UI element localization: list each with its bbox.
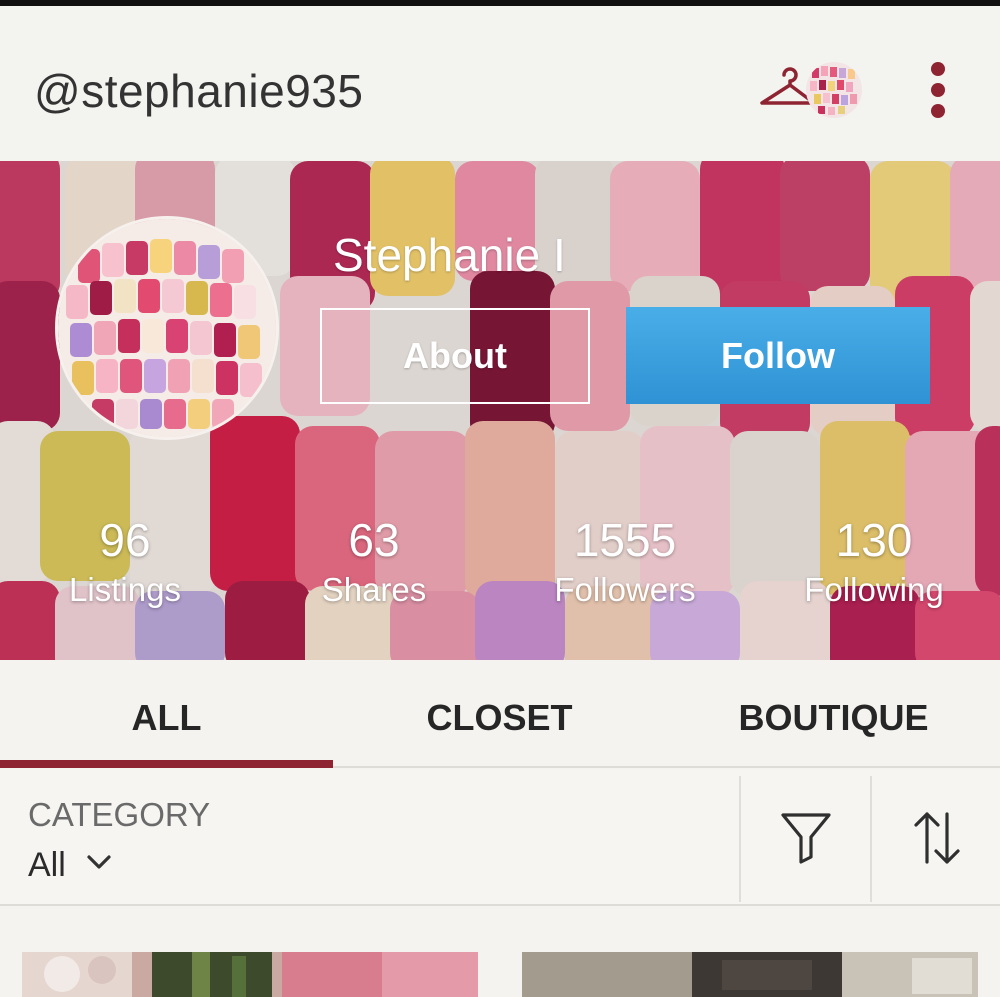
listing-thumbnail[interactable] [522,952,978,997]
listing-grid [0,908,1000,997]
tab-boutique[interactable]: BOUTIQUE [667,660,1000,768]
tab-closet[interactable]: CLOSET [333,660,666,768]
stat-value: 96 [99,514,151,566]
stat-following[interactable]: 130 Following [754,512,994,612]
stat-listings[interactable]: 96 Listings [5,512,245,612]
profile-name: Stephanie I [333,229,566,281]
tab-indicator [0,760,333,768]
listing-thumbnail[interactable] [22,952,478,997]
category-label: CATEGORY [28,796,211,833]
profile-avatar[interactable] [55,216,279,440]
category-select[interactable]: All [28,846,66,885]
stat-label: Followers [554,571,696,608]
tab-all[interactable]: ALL [0,660,333,768]
stat-followers[interactable]: 1555 Followers [505,512,745,612]
more-vert-icon[interactable] [918,58,960,122]
about-button[interactable]: About [320,308,590,404]
filter-icon[interactable] [780,810,832,866]
filter-bar: CATEGORY All [0,770,1000,906]
stat-label: Following [804,571,944,608]
follow-button[interactable]: Follow [626,307,930,404]
stat-label: Shares [321,571,427,608]
divider [870,776,872,902]
page-title: @stephanie935 [34,65,364,117]
chevron-down-icon[interactable] [86,852,112,872]
stat-value: 1555 [573,514,677,566]
sort-icon[interactable] [912,810,962,866]
stat-value: 63 [348,514,400,566]
stat-shares[interactable]: 63 Shares [254,512,494,612]
stat-value: 130 [835,514,913,566]
closet-tabs: ALL CLOSET BOUTIQUE [0,660,1000,768]
divider [739,776,741,902]
stat-label: Listings [69,571,181,608]
app-bar: @stephanie935 [0,6,1000,161]
my-closet-avatar[interactable] [806,62,862,118]
